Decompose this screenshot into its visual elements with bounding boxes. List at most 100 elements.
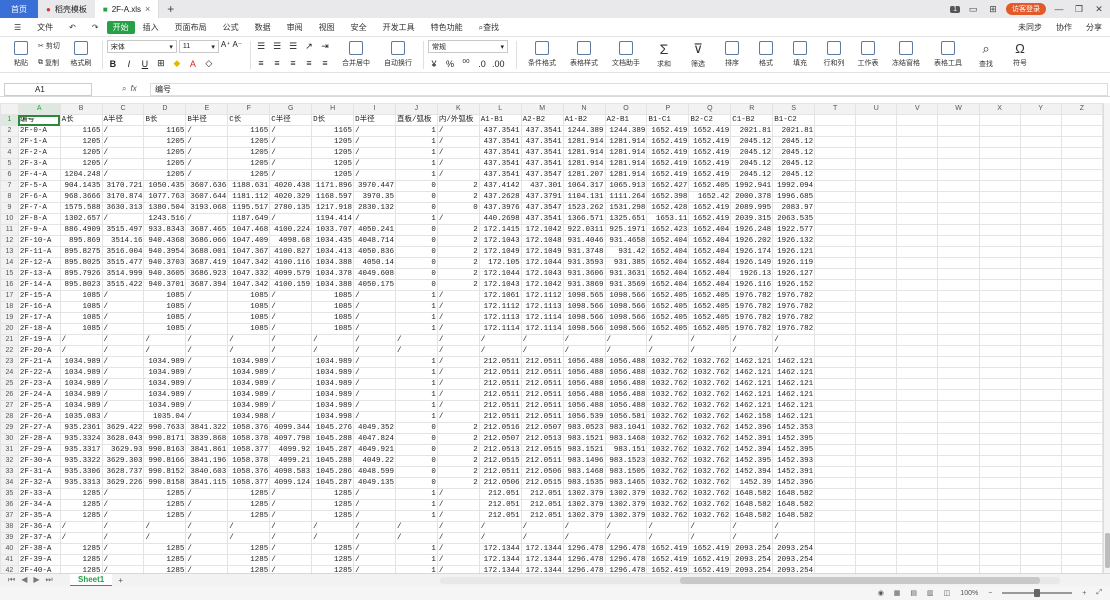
cell[interactable]: 内/外弧板 [436, 114, 480, 126]
cell[interactable]: / [185, 565, 229, 573]
cell[interactable]: / [520, 345, 564, 357]
cell[interactable]: 1285 [227, 543, 271, 555]
cell[interactable]: 1462.121 [772, 356, 816, 368]
cell[interactable]: 1032.762 [688, 400, 732, 412]
cell[interactable] [855, 532, 898, 544]
cell[interactable] [1060, 290, 1103, 302]
cell[interactable]: 1034.989 [143, 356, 187, 368]
cell[interactable]: 1032.762 [688, 510, 732, 522]
cell[interactable]: 0 [394, 444, 438, 456]
menu-data[interactable]: 数据 [247, 22, 279, 33]
cell[interactable]: 1648.582 [772, 510, 816, 522]
cell[interactable]: B1-C2 [772, 114, 816, 126]
cell[interactable]: 1047.342 [227, 279, 271, 291]
cell[interactable]: 2F-36-A [17, 521, 61, 533]
first-sheet-icon[interactable]: ⏮ [8, 575, 15, 585]
cell[interactable]: 212.0511 [478, 466, 522, 478]
cell[interactable]: 1648.582 [772, 488, 816, 500]
cell[interactable]: / [353, 543, 396, 555]
cell[interactable] [978, 169, 1021, 181]
cell[interactable]: 1575.588 [59, 202, 103, 214]
cell[interactable]: 4100.827 [269, 246, 313, 258]
cell[interactable] [1019, 356, 1062, 368]
cell[interactable]: 1976.782 [772, 312, 816, 324]
cell[interactable]: 0 [394, 455, 438, 467]
cell[interactable]: 1034.989 [311, 367, 355, 379]
cell[interactable] [855, 444, 898, 456]
cell[interactable]: 0 [394, 422, 438, 434]
cell[interactable]: 3841.322 [185, 422, 229, 434]
cell[interactable]: 2 [436, 257, 480, 269]
cell[interactable]: 1056.581 [604, 411, 648, 423]
cell[interactable]: 3686.923 [185, 268, 229, 280]
row-header[interactable]: 40 [0, 543, 19, 555]
cell[interactable] [814, 356, 857, 368]
format-painter-button[interactable]: 格式刷 [64, 38, 98, 72]
cell[interactable]: / [436, 378, 480, 390]
cell[interactable] [855, 114, 898, 126]
cell[interactable]: 212.051 [478, 510, 522, 522]
cell[interactable]: 1045.276 [311, 422, 355, 434]
cell[interactable]: / [185, 499, 229, 511]
cell[interactable]: 1976.782 [730, 290, 774, 302]
cell[interactable]: 1652.405 [646, 290, 690, 302]
cell[interactable]: 1032.762 [688, 411, 732, 423]
cell[interactable] [978, 202, 1021, 214]
cell[interactable]: 437.3541 [520, 125, 564, 137]
cell[interactable] [1060, 235, 1103, 247]
grow-font-icon[interactable]: A⁺ [221, 40, 231, 53]
cell[interactable]: 1652.419 [688, 158, 732, 170]
cell[interactable]: 437.4142 [478, 180, 522, 192]
cell[interactable]: 212.0511 [478, 356, 522, 368]
cell[interactable]: 1296.478 [562, 543, 606, 555]
number-format-select[interactable]: 常规 ▾ [428, 40, 508, 53]
cell[interactable]: 1648.582 [730, 499, 774, 511]
cell[interactable]: 983.1505 [604, 466, 648, 478]
cell[interactable]: / [353, 323, 396, 335]
cell[interactable] [896, 114, 939, 126]
cell[interactable]: 212.0511 [520, 411, 564, 423]
cell[interactable]: / [59, 345, 103, 357]
cell[interactable]: 4099.579 [269, 268, 313, 280]
cell[interactable]: 1085 [143, 301, 187, 313]
cell[interactable] [1060, 268, 1103, 280]
cell[interactable]: 940.3703 [143, 257, 187, 269]
cell[interactable]: 2045.12 [772, 147, 816, 159]
column-header-q[interactable]: Q [688, 103, 732, 115]
cell[interactable] [896, 312, 939, 324]
row-header[interactable]: 5 [0, 158, 19, 170]
cell[interactable]: 4050.14 [353, 257, 396, 269]
cell[interactable]: 0 [394, 466, 438, 478]
cell[interactable] [896, 136, 939, 148]
cell[interactable] [978, 114, 1021, 126]
cell[interactable] [814, 301, 857, 313]
cell[interactable]: 1032.762 [688, 433, 732, 445]
cell[interactable] [896, 235, 939, 247]
cell[interactable]: 172.1049 [478, 246, 522, 258]
cell[interactable]: 1032.762 [646, 389, 690, 401]
cell[interactable]: 1032.762 [688, 422, 732, 434]
cell[interactable]: 1652.419 [688, 213, 732, 225]
cell[interactable]: 0 [394, 246, 438, 258]
font-color-icon[interactable]: A [187, 59, 199, 69]
cell[interactable]: 1034.388 [311, 279, 355, 291]
cell[interactable]: 3628.737 [101, 466, 145, 478]
cell[interactable]: 1034.989 [311, 356, 355, 368]
cell[interactable]: 3970.447 [353, 180, 396, 192]
row-header[interactable]: 6 [0, 169, 19, 181]
cell[interactable] [814, 235, 857, 247]
cell[interactable]: / [436, 510, 480, 522]
doc-assistant-button[interactable]: 文档助手 [605, 38, 647, 72]
cell[interactable]: 2093.254 [772, 543, 816, 555]
cell[interactable]: 437.3547 [520, 202, 564, 214]
cell[interactable] [896, 323, 939, 335]
tab-file[interactable]: ■ 2F-A.xls × [94, 0, 160, 18]
cell[interactable]: 437.3541 [520, 213, 564, 225]
cell[interactable]: / [562, 345, 606, 357]
cell[interactable]: 1302.379 [604, 488, 648, 500]
cell[interactable]: / [436, 345, 480, 357]
cell[interactable]: 212.0515 [520, 444, 564, 456]
cell[interactable]: 4098.583 [269, 466, 313, 478]
cell[interactable]: 1056.488 [562, 389, 606, 401]
cell[interactable]: 172.1061 [478, 290, 522, 302]
